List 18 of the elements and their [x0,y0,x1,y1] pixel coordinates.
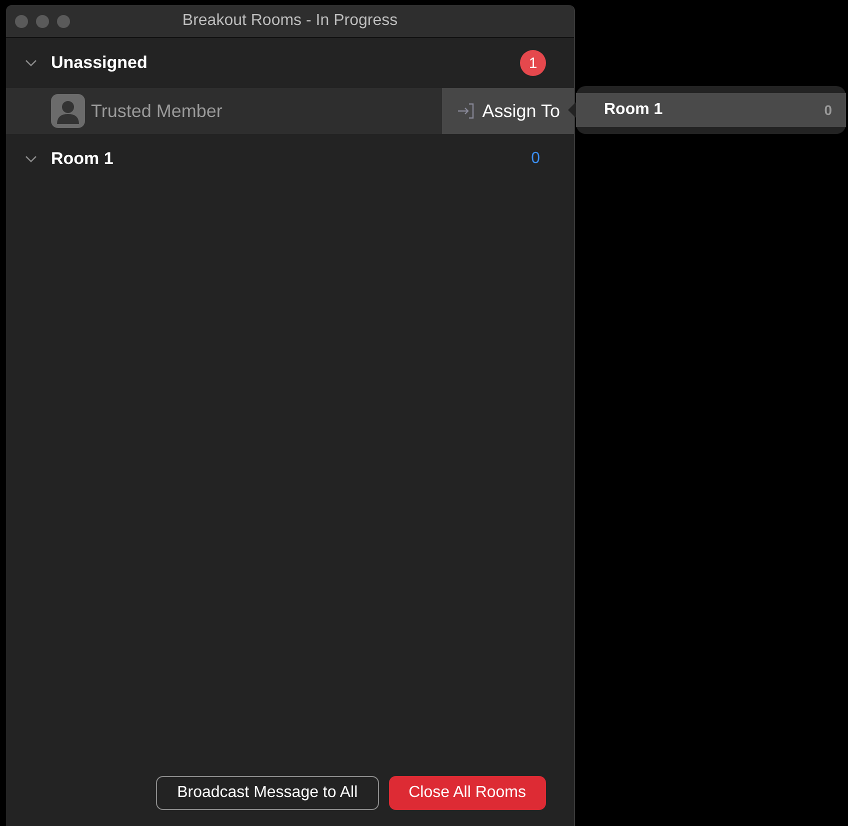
count-badge: 1 [520,50,546,76]
group-name: Room 1 [51,149,114,169]
assign-to-button[interactable]: Assign To [442,88,574,134]
window-title: Breakout Rooms - In Progress [181,12,399,30]
assign-icon [456,101,476,121]
broadcast-button[interactable]: Broadcast Message to All [156,776,379,810]
minimize-button[interactable] [36,14,49,28]
participant-name: Trusted Member [91,100,224,122]
avatar-icon [51,94,85,128]
chevron-icon[interactable] [25,59,37,67]
close-all-rooms-button[interactable]: Close All Rooms [388,776,546,810]
participant-row[interactable]: Trusted Member Assign To [6,88,574,134]
group-name: Unassigned [51,53,148,73]
room-menu-item[interactable]: Room 1 0 [576,93,846,127]
chevron-icon[interactable] [25,155,37,163]
zoom-button[interactable] [57,14,70,28]
close-button[interactable] [15,14,28,28]
participant-count: 0 [531,150,541,168]
